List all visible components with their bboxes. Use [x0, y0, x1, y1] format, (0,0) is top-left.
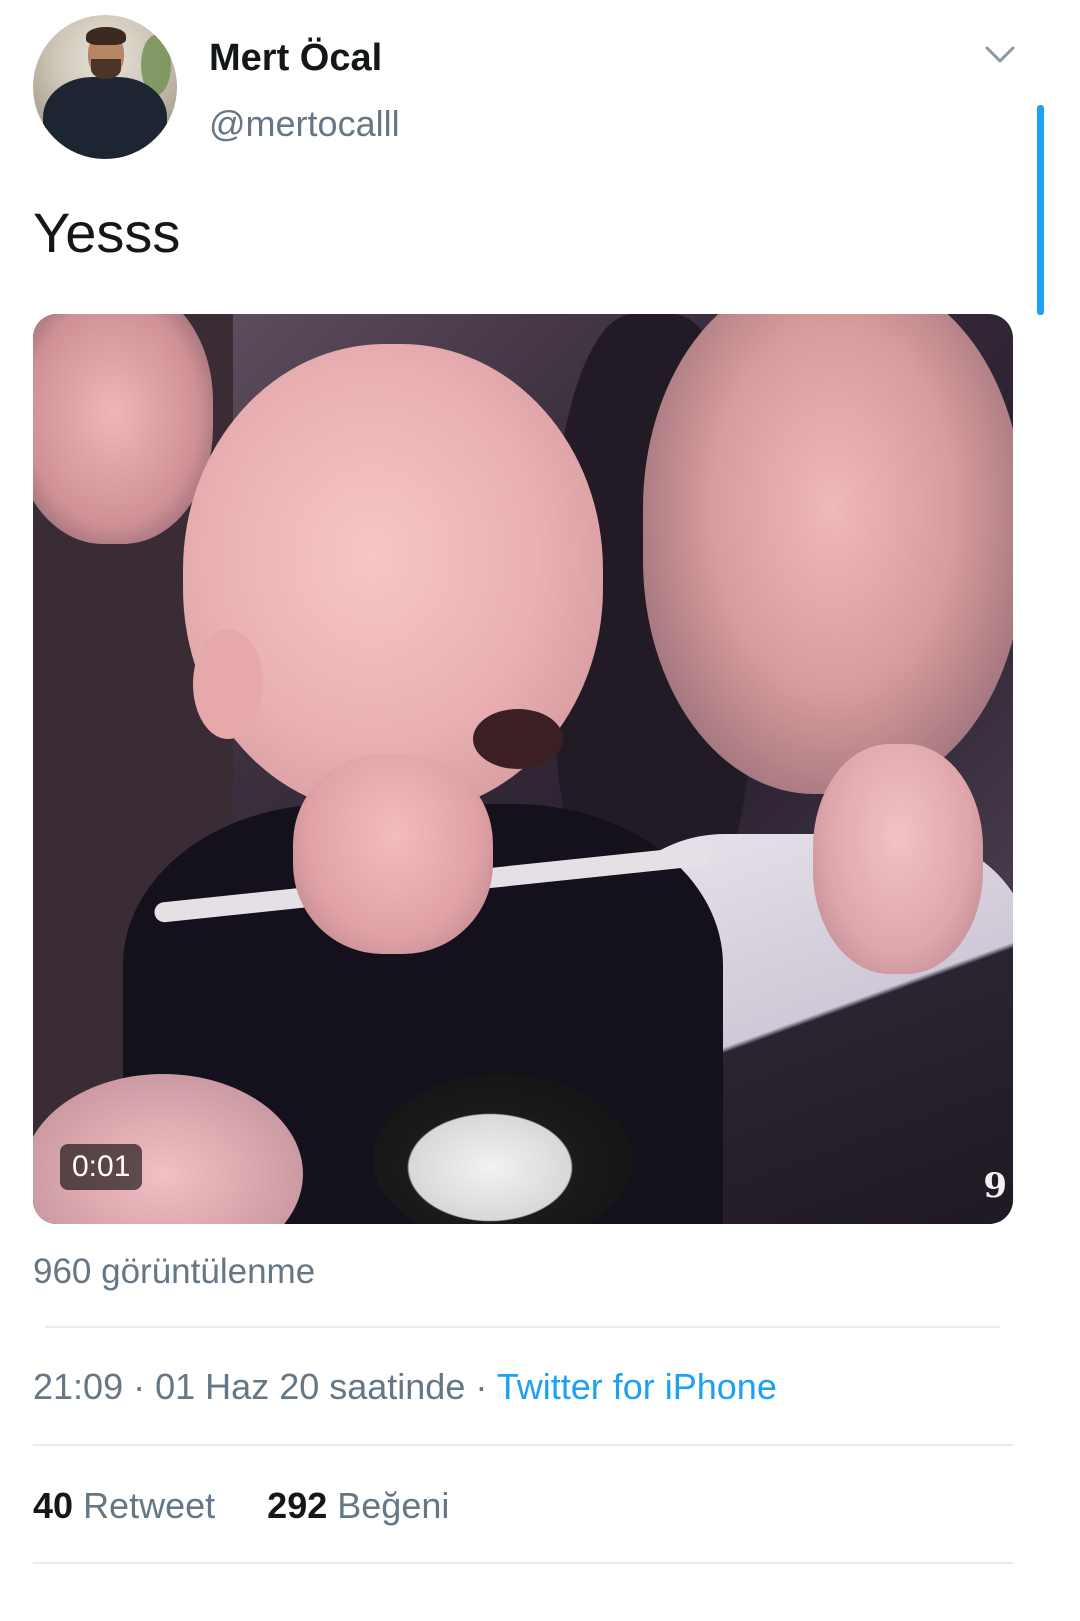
tweet-date: 01 Haz 20 saatinde	[155, 1366, 466, 1407]
meta-separator: ·	[475, 1366, 488, 1407]
avatar[interactable]	[33, 15, 177, 159]
tweet-meta: 21:09 · 01 Haz 20 saatinde · Twitter for…	[33, 1366, 777, 1408]
meta-separator: ·	[133, 1366, 146, 1407]
video-baby-mouth	[473, 709, 563, 769]
tweet-time: 21:09	[33, 1366, 124, 1407]
video-corner-mark: 9	[983, 1166, 1007, 1206]
divider	[33, 1562, 1013, 1564]
video-duration-badge: 0:01	[60, 1144, 143, 1190]
view-count[interactable]: 960 görüntülenme	[33, 1252, 315, 1292]
video-adult-fist	[813, 744, 983, 974]
like-stat[interactable]: 292 Beğeni	[267, 1485, 449, 1526]
author-handle[interactable]: @mertocalll	[209, 103, 400, 145]
retweet-stat[interactable]: 40 Retweet	[33, 1485, 225, 1526]
tweet-text: Yesss	[33, 201, 181, 264]
like-label: Beğeni	[337, 1485, 450, 1526]
author-name[interactable]: Mert Öcal	[209, 37, 382, 80]
avatar-shirt	[43, 77, 167, 159]
retweet-count: 40	[33, 1485, 74, 1526]
scrollbar[interactable]	[1037, 105, 1044, 315]
video-baby-ear	[193, 629, 263, 739]
divider	[33, 1444, 1013, 1446]
tweet-source-link[interactable]: Twitter for iPhone	[497, 1366, 777, 1407]
divider	[45, 1326, 1000, 1328]
video-baby-fist	[293, 754, 493, 954]
avatar-beard	[91, 59, 121, 79]
like-count: 292	[267, 1485, 328, 1526]
avatar-hair	[86, 27, 126, 45]
chevron-down-icon[interactable]	[983, 37, 1017, 71]
retweet-label: Retweet	[83, 1485, 216, 1526]
tweet-header: Mert Öcal @mertocalll	[33, 15, 1043, 165]
video-adult-left	[33, 314, 213, 544]
tweet-stats: 40 Retweet 292 Beğeni	[33, 1485, 449, 1527]
video-adult-right-face	[643, 314, 1013, 794]
tweet-video[interactable]: 9 0:01	[33, 314, 1013, 1224]
